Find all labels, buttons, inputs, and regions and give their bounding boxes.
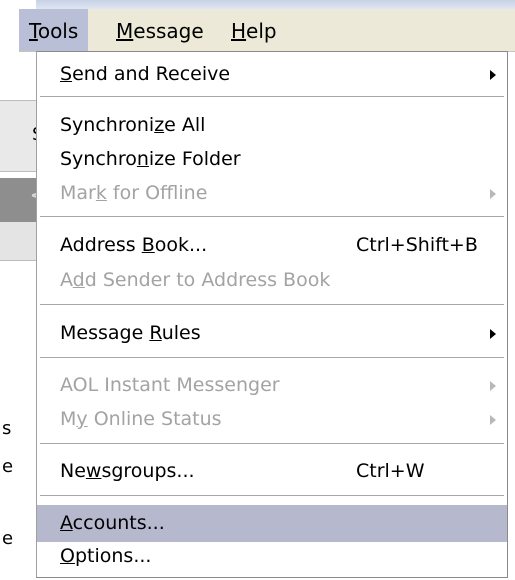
- menu-item-synchronize-folder[interactable]: Synchronize Folder: [37, 141, 507, 178]
- menu-item-mark-for-offline: Mark for Offline: [37, 175, 507, 212]
- background-window: [0, 0, 36, 580]
- menu-message-mnemonic: M: [116, 19, 134, 43]
- submenu-arrow-icon: [490, 329, 496, 339]
- menu-help-mnemonic: H: [231, 19, 247, 43]
- menu-help[interactable]: Help: [221, 9, 287, 51]
- menu-separator: [40, 443, 504, 445]
- background-toolbar: [0, 100, 36, 172]
- background-text-fragment: e: [2, 456, 14, 477]
- menu-item-synchronize-all[interactable]: Synchronize All: [37, 107, 507, 144]
- submenu-arrow-icon: [490, 189, 496, 199]
- menu-item-newsgroups[interactable]: Newsgroups... Ctrl+W: [37, 453, 507, 490]
- menu-item-address-book[interactable]: Address Book... Ctrl+Shift+B: [37, 227, 507, 264]
- menu-item-send-and-receive[interactable]: Send and Receive: [37, 56, 507, 93]
- background-text-fragment: e: [2, 528, 14, 549]
- menu-item-my-online-status: My Online Status: [37, 401, 507, 438]
- menu-separator: [40, 96, 504, 98]
- menu-item-shortcut: Ctrl+W: [356, 460, 425, 482]
- menu-item-label: Address Book...: [60, 234, 208, 256]
- menu-tools[interactable]: Tools: [19, 9, 89, 51]
- menu-separator: [40, 216, 504, 218]
- menu-separator: [40, 495, 504, 497]
- menu-item-label: Message Rules: [60, 322, 201, 344]
- background-header: [0, 222, 36, 261]
- menu-tools-label: ools: [37, 19, 79, 43]
- menu-tools-mnemonic: T: [29, 19, 38, 43]
- menu-item-label: Options...: [60, 545, 152, 567]
- menu-item-add-sender-to-address-book: Add Sender to Address Book: [37, 262, 507, 299]
- menu-separator: [40, 304, 504, 306]
- menu-item-label: AOL Instant Messenger: [60, 374, 280, 396]
- menu-item-label: Mark for Offline: [60, 182, 208, 204]
- background-text-fragment: s: [2, 418, 12, 439]
- menu-message[interactable]: Message: [106, 9, 214, 51]
- submenu-arrow-icon: [490, 70, 496, 80]
- window-title-strip: [0, 0, 515, 9]
- menu-message-label: essage: [133, 19, 204, 43]
- menu-bar: Tools Message Help: [19, 9, 515, 52]
- menu-item-aol-instant-messenger: AOL Instant Messenger: [37, 367, 507, 404]
- menu-item-label: Accounts...: [60, 512, 165, 534]
- menu-item-label: My Online Status: [60, 408, 222, 430]
- menu-item-label: Synchronize Folder: [60, 148, 241, 170]
- tools-dropdown-menu: Send and Receive Synchronize All Synchro…: [36, 51, 508, 578]
- menu-item-message-rules[interactable]: Message Rules: [37, 315, 507, 352]
- menu-item-label: Add Sender to Address Book: [60, 269, 331, 291]
- menu-separator: [40, 357, 504, 359]
- menu-item-accounts[interactable]: Accounts...: [37, 505, 507, 542]
- menu-item-label: Synchronize All: [60, 114, 206, 136]
- menu-item-shortcut: Ctrl+Shift+B: [356, 234, 478, 256]
- submenu-arrow-icon: [490, 415, 496, 425]
- menu-help-label: elp: [246, 19, 277, 43]
- submenu-arrow-icon: [490, 381, 496, 391]
- menu-item-options[interactable]: Options...: [37, 538, 507, 575]
- menu-item-label: Newsgroups...: [60, 460, 195, 482]
- menu-item-label: Send and Receive: [60, 63, 231, 85]
